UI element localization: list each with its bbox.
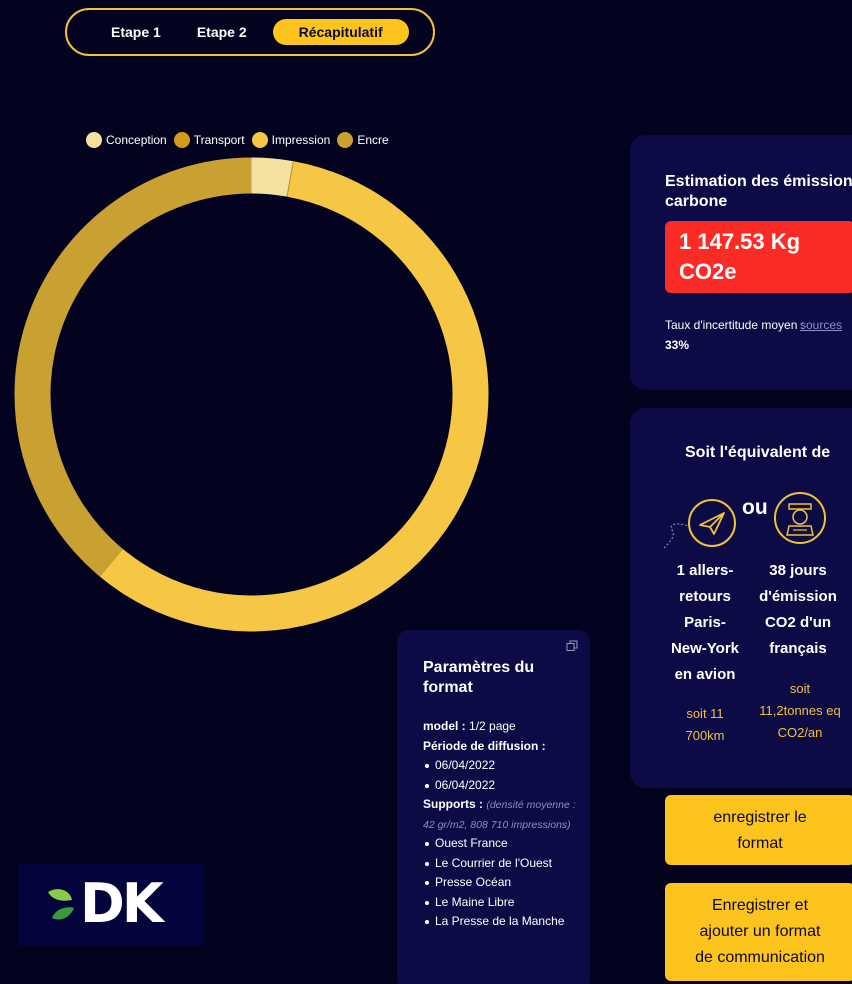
save-and-add-format-button[interactable]: Enregistrer et ajouter un format de comm… [665,883,852,981]
flight-line: 1 allers- [676,562,734,579]
flight-line: en avion [674,666,736,683]
flight-line: New-York [670,640,740,657]
list-item: La Presse de la Manche [423,912,588,932]
uncertainty-text: Taux d'incertitude moyen : 33% [665,315,815,355]
supports-label: Supports : [423,797,483,811]
legend-item-encre[interactable]: Encre [337,132,389,148]
legend-swatch [173,132,190,148]
legend-swatch [251,132,268,148]
format-params-card: Paramètres du format model : 1/2 page Pé… [397,630,590,984]
emission-card: Estimation des émissions carbone 1 147.5… [630,135,852,390]
legend-swatch [337,132,354,148]
period-label: Période de diffusion : [423,737,588,757]
person-line: d'émission [759,588,837,605]
emissions-donut-chart [14,157,489,632]
person-yearly-line: soit [789,681,811,696]
save-add-label: Enregistrer et [711,897,809,914]
person-yearly-line: 11,2tonnes eq [759,703,841,718]
emission-title-text: Estimation des émissions carbone [665,173,852,210]
equivalent-card: Soit l'équivalent de ou 1 allers- retour… [630,408,852,788]
flight-line: retours [679,588,731,605]
list-item: Presse Océan [423,873,588,893]
copy-icon[interactable] [566,640,578,652]
save-format-label: format [737,835,783,852]
legend-label: Impression [271,133,331,147]
emission-title: Estimation des émissions carbone [665,172,852,212]
save-add-label: ajouter un format [699,923,821,940]
person-line: 38 jours [769,562,827,579]
model-label: model : [423,719,466,733]
or-label: ou [742,496,768,519]
emission-unit: CO2e [679,259,737,284]
legend-label: Encre [357,133,389,147]
model-row: model : 1/2 page [423,717,588,737]
list-item: 06/04/2022 [423,756,588,776]
person-line: français [769,640,827,657]
recap-tab[interactable]: Récapitulatif [272,19,409,45]
params-title-line: Paramètres du [423,659,535,676]
list-item: Le Courrier de l'Ouest [423,854,588,874]
person-line: CO2 d'un [764,614,832,631]
flight-distance-line: 700km [685,728,725,743]
period-list: 06/04/2022 06/04/2022 [423,756,588,795]
uncertainty-label: Taux d'incertitude moyen : [665,318,805,332]
list-item: 06/04/2022 [423,776,588,796]
params-title-line: format [423,679,473,696]
supports-list: Ouest France Le Courrier de l'Ouest Pres… [423,834,588,932]
flight-equivalent: 1 allers- retours Paris- New-York en avi… [660,558,750,688]
donut-slice-conception[interactable] [251,157,293,197]
supports-row: Supports : (densité moyenne : 42 gr/m2, … [423,795,588,834]
legend-swatch [86,132,102,148]
list-item: Ouest France [423,834,588,854]
company-logo: DK [18,864,204,946]
donut-slice-impression[interactable] [99,161,489,632]
donut-slice-encre[interactable] [14,157,252,577]
legend-item-impression[interactable]: Impression [251,132,331,148]
save-format-label: enregistrer le [713,809,807,826]
person-yearly-line: CO2/an [777,725,823,740]
person-yearly: soit 11,2tonnes eq CO2/an [748,678,852,744]
person-icon [774,492,826,544]
save-add-label: de communication [695,949,825,966]
paper-plane-icon [663,499,736,549]
equivalent-title: Soit l'équivalent de [685,444,831,461]
legend-label: Transport [193,133,245,147]
step-navigation: Etape 1 Etape 2 Récapitulatif [65,8,435,56]
emission-value-badge: 1 147.53 Kg CO2e [665,221,852,293]
params-title: Paramètres du format [423,658,534,698]
legend-label: Conception [106,133,167,147]
logo-text: DK [80,872,164,935]
save-format-button[interactable]: enregistrer le format [665,795,852,865]
uncertainty-value: 33% [665,338,690,352]
step-2-tab[interactable]: Etape 2 [181,19,263,45]
emission-value: 1 147.53 Kg [679,229,801,254]
params-body: model : 1/2 page Période de diffusion : … [423,717,588,932]
sources-link[interactable]: sources [800,315,842,335]
chart-legend: Conception Transport Impression Encre [86,132,396,148]
flight-line: Paris- [684,614,726,631]
flight-distance: soit 11 700km [660,703,750,747]
list-item: Le Maine Libre [423,893,588,913]
legend-item-transport[interactable]: Transport [173,132,245,148]
flight-distance-line: soit 11 [686,706,724,721]
model-value: 1/2 page [469,719,516,733]
step-1-tab[interactable]: Etape 1 [95,19,177,45]
period-label-text: Période de diffusion : [423,738,546,753]
person-equivalent: 38 jours d'émission CO2 d'un français [748,558,848,662]
legend-item-conception[interactable]: Conception [86,132,167,148]
